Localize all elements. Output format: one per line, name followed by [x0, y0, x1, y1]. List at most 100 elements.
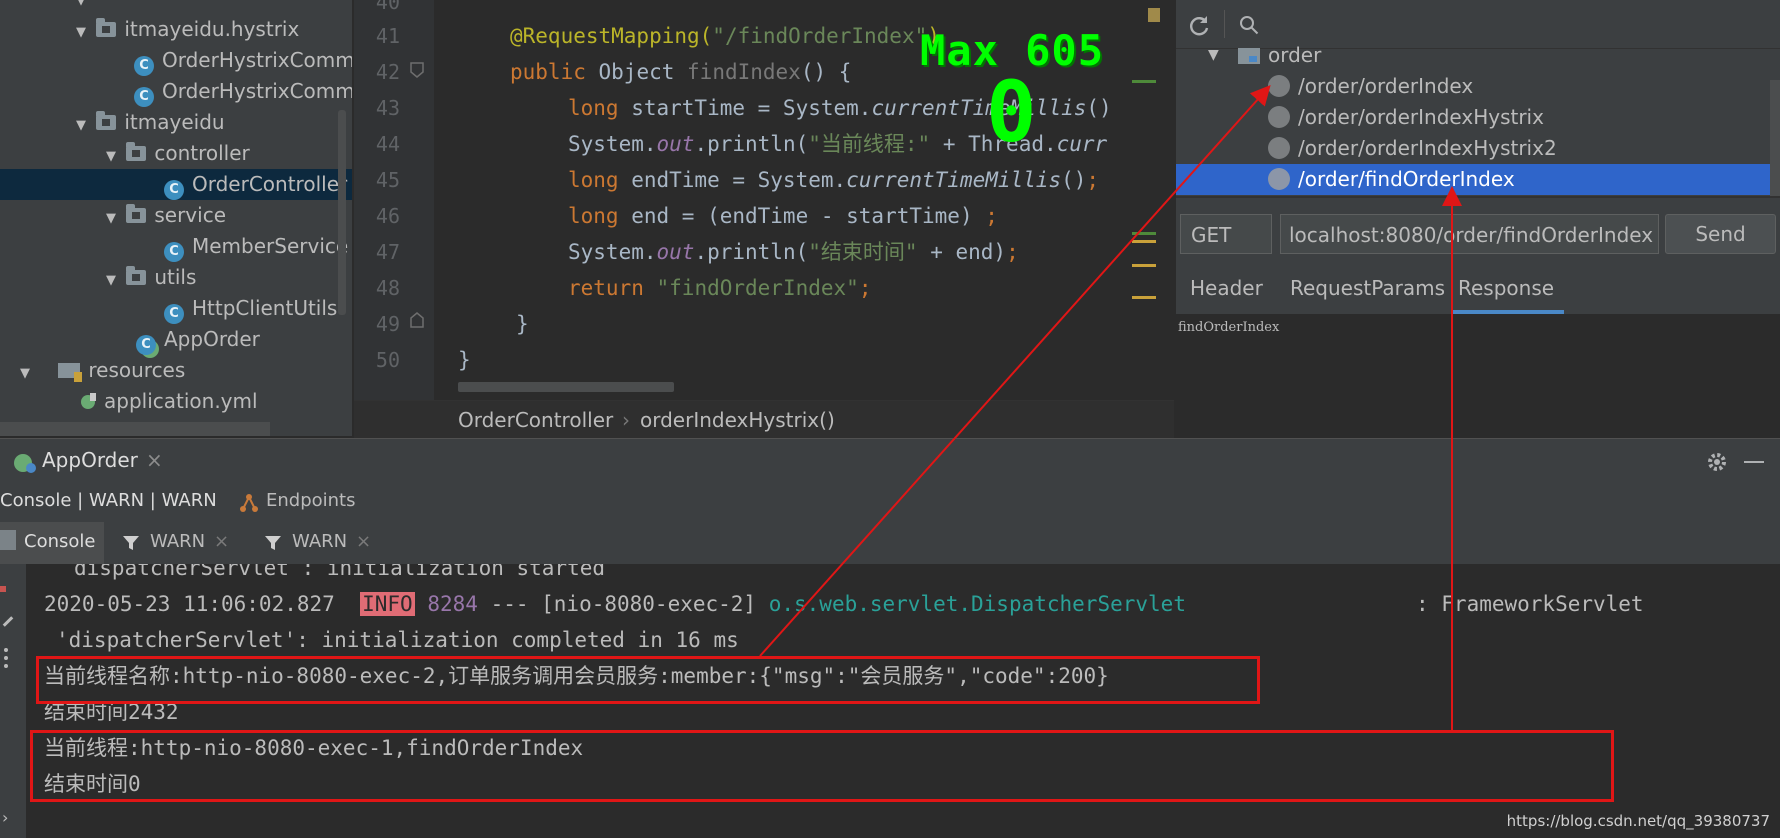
token-semicolon: ; — [1006, 240, 1019, 264]
gear-icon[interactable] — [1706, 451, 1728, 473]
log-thread: --- [nio-8080-exec-2] — [490, 592, 757, 616]
line-number: 46 — [375, 204, 400, 228]
tree-item-controller[interactable]: ▼ controller — [106, 138, 250, 169]
endpoints-icon — [240, 494, 258, 512]
endpoint-order-index[interactable]: /order/orderIndex — [1176, 71, 1780, 102]
tab-console-group[interactable]: Console | WARN | WARN — [0, 490, 217, 511]
tree-item-itmayeidu[interactable]: ▼ itmayeidu — [76, 107, 225, 138]
tree-item-label: AppOrder — [164, 327, 260, 351]
chevron-right-icon[interactable]: › — [2, 808, 8, 827]
endpoint-order-index-hystrix[interactable]: /order/orderIndexHystrix — [1176, 102, 1780, 133]
tree-item-app-order[interactable]: C AppOrder — [136, 324, 260, 355]
tree-item-order-controller[interactable]: C OrderController — [0, 169, 352, 200]
token-plain: .println( — [694, 132, 809, 156]
tab-request-params[interactable]: RequestParams — [1290, 270, 1445, 310]
class-icon: C — [134, 87, 154, 107]
log-line: 'dispatcherServlet': initialization comp… — [56, 628, 739, 652]
fold-icon[interactable] — [410, 62, 424, 78]
expand-arrow-icon[interactable]: ▼ — [106, 141, 120, 172]
log-pid: 8284 — [427, 592, 478, 616]
filter-icon — [123, 536, 139, 550]
close-tab-icon[interactable]: × — [356, 531, 371, 552]
inspection-status-icon[interactable] — [1148, 8, 1160, 22]
tree-item-order-hystrix-command-1[interactable]: C OrderHystrixComma — [134, 45, 352, 76]
close-tab-icon[interactable]: × — [146, 448, 163, 472]
expand-arrow-icon[interactable]: ▼ — [1208, 40, 1219, 71]
run-tool-window-header: AppOrder × — [0, 438, 1780, 485]
endpoint-find-order-index[interactable]: /order/findOrderIndex — [1176, 164, 1780, 195]
token-plain: .println( — [694, 240, 809, 264]
module-icon — [1238, 48, 1260, 64]
token-static-field: out — [656, 132, 695, 156]
send-button[interactable]: Send — [1665, 214, 1776, 254]
class-icon: C — [134, 56, 154, 76]
token-static-method: curr — [1056, 132, 1108, 156]
watermark-text: https://blog.csdn.net/qq_39380737 — [1506, 812, 1770, 830]
endpoint-list-scrollbar[interactable] — [1770, 80, 1780, 196]
line-number: 43 — [375, 96, 400, 120]
highlight-box-find-order-index — [30, 730, 1614, 802]
tree-item-application-yml[interactable]: application.yml — [78, 386, 258, 417]
error-stripe-marker[interactable] — [1132, 264, 1156, 267]
class-icon: C — [164, 242, 184, 262]
endpoint-icon — [1268, 168, 1290, 190]
url-input[interactable]: localhost:8080/order/findOrderIndex — [1280, 214, 1659, 254]
tree-row-partial-top: ▼ — [76, 0, 86, 8]
http-method-select[interactable]: GET — [1180, 214, 1272, 254]
rest-services-panel: ▼ order /order/orderIndex /order/orderIn… — [1176, 0, 1780, 438]
expand-arrow-icon[interactable]: ▼ — [106, 203, 120, 234]
package-icon — [126, 142, 147, 161]
editor-horizontal-scrollbar[interactable] — [458, 382, 674, 392]
tab-endpoints[interactable]: Endpoints — [266, 490, 356, 511]
tree-item-label: application.yml — [104, 389, 258, 413]
response-body[interactable]: findOrderIndex — [1176, 314, 1780, 438]
search-icon[interactable] — [1238, 14, 1260, 36]
tree-item-itmayeidu-hystrix[interactable]: ▼ itmayeidu.hystrix — [76, 14, 299, 45]
token-keyword: long — [568, 204, 632, 228]
endpoint-order-index-hystrix2[interactable]: /order/orderIndexHystrix2 — [1176, 133, 1780, 164]
tree-item-resources[interactable]: ▼ resources — [20, 355, 185, 386]
tree-item-utils[interactable]: ▼ utils — [106, 262, 196, 293]
tree-item-http-client-utils[interactable]: C HttpClientUtils — [164, 293, 337, 324]
close-tab-icon[interactable]: × — [214, 531, 229, 552]
error-stripe-marker[interactable] — [1132, 232, 1156, 235]
edit-icon[interactable] — [2, 616, 14, 627]
tree-item-order-module[interactable]: ▼ order — [1176, 40, 1780, 70]
run-tab-app-order[interactable]: AppOrder — [42, 448, 138, 472]
tree-item-order-hystrix-command-2[interactable]: C OrderHystrixComma — [134, 76, 352, 107]
endpoint-icon — [1268, 137, 1290, 159]
expand-arrow-icon[interactable]: ▼ — [20, 358, 34, 389]
code-line-46: long end = (endTime - startTime) ; — [568, 198, 998, 234]
refresh-icon[interactable] — [1188, 14, 1210, 36]
tree-horizontal-scrollbar[interactable] — [0, 422, 270, 436]
fold-icon[interactable] — [410, 312, 424, 328]
more-icon[interactable] — [4, 648, 12, 668]
error-stripe-marker[interactable] — [1132, 296, 1156, 299]
tree-vertical-scrollbar[interactable] — [338, 110, 346, 315]
tab-header[interactable]: Header — [1190, 270, 1263, 310]
error-stripe-marker[interactable] — [1132, 240, 1156, 243]
expand-arrow-icon[interactable]: ▼ — [106, 265, 120, 296]
spring-run-icon — [14, 454, 36, 473]
tree-item-label: OrderController — [192, 172, 348, 196]
stop-icon[interactable] — [0, 586, 6, 592]
breadcrumb-method[interactable]: orderIndexHystrix() — [640, 401, 835, 439]
breadcrumb-class[interactable]: OrderController — [458, 401, 613, 439]
tree-item-label: OrderHystrixComma — [162, 79, 352, 103]
code-line-49: } — [516, 312, 529, 336]
splitter[interactable] — [1176, 196, 1780, 198]
code-line-48: return "findOrderIndex"; — [568, 270, 871, 306]
console-icon — [0, 530, 16, 550]
tree-item-member-service[interactable]: C MemberService — [164, 231, 348, 262]
package-icon — [96, 18, 117, 37]
expand-arrow-icon[interactable]: ▼ — [76, 110, 90, 141]
line-number: 49 — [375, 312, 400, 336]
tree-item-service[interactable]: ▼ service — [106, 200, 226, 231]
minimize-icon[interactable] — [1744, 461, 1764, 463]
error-stripe-marker[interactable] — [1132, 80, 1156, 83]
tab-console[interactable]: Console — [0, 522, 104, 564]
token-plain: () { — [800, 60, 852, 84]
endpoint-label: /order/orderIndexHystrix2 — [1298, 136, 1557, 160]
tab-response[interactable]: Response — [1452, 270, 1564, 314]
expand-arrow-icon[interactable]: ▼ — [76, 17, 90, 48]
